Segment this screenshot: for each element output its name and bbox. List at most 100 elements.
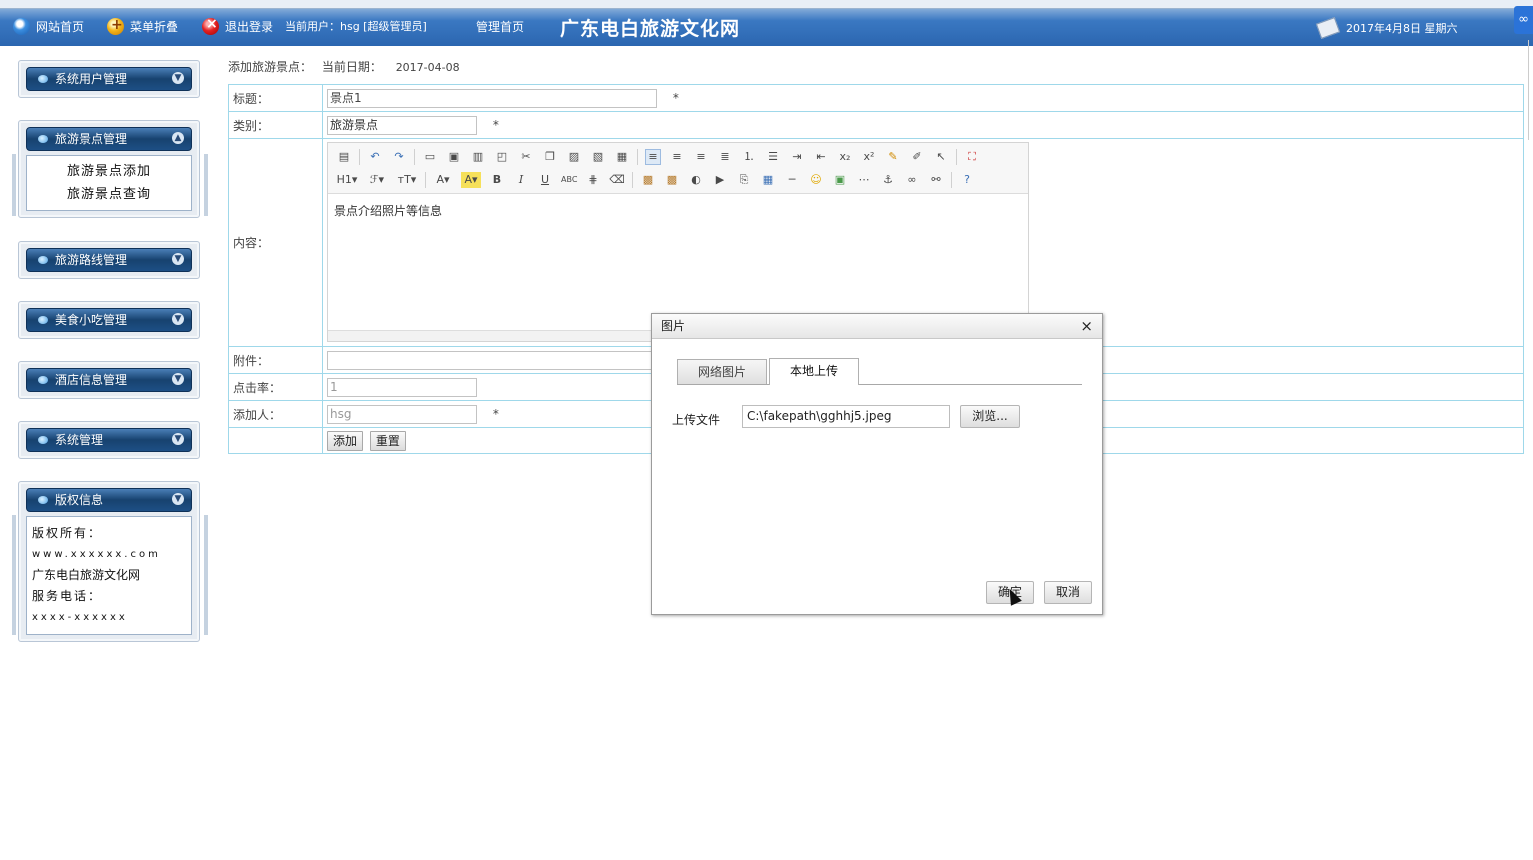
font-color-icon[interactable]: A▾	[433, 172, 453, 188]
table-icon[interactable]: ▦	[760, 172, 776, 188]
nav-logout-link[interactable]: 退出登录	[202, 16, 273, 35]
breadcrumb: 添加旅游景点： 当前日期： 2017-04-08	[228, 58, 460, 75]
menu-title: 旅游景点管理	[55, 132, 128, 146]
sidebar-item-query-attraction[interactable]: 旅游景点查询	[27, 183, 191, 206]
image-icon[interactable]: ▩	[640, 172, 656, 188]
subscript-icon[interactable]: x₂	[837, 149, 853, 165]
reset-button[interactable]: 重置	[369, 430, 406, 451]
clicks-input[interactable]: 1	[327, 377, 477, 397]
copyright-owner-label: 版权所有：	[32, 526, 103, 540]
paste-icon[interactable]: ▨	[566, 149, 582, 165]
italic-icon[interactable]: I	[513, 172, 529, 188]
link-icon[interactable]: ∞	[904, 172, 920, 188]
fullscreen-icon[interactable]: ⛶	[964, 149, 980, 165]
copyright-site: www.xxxxxx.com	[32, 549, 161, 560]
media-icon[interactable]: ▶	[712, 172, 728, 188]
align-center-icon[interactable]: ≡	[669, 149, 685, 165]
superscript-icon[interactable]: x²	[861, 149, 877, 165]
editor-content[interactable]: 景点介绍照片等信息	[328, 194, 1028, 227]
preview-icon[interactable]: ▭	[422, 149, 438, 165]
toolbar-separator	[632, 171, 633, 188]
tab-network-image[interactable]: 网络图片	[677, 359, 767, 384]
toolbar-separator	[951, 171, 952, 188]
clicks-label: 点击率：	[228, 373, 323, 401]
tab-local-upload[interactable]: 本地上传	[769, 358, 859, 385]
highlight-icon[interactable]: A▾	[461, 171, 481, 188]
redo-icon[interactable]: ↷	[391, 149, 407, 165]
submit-button[interactable]: 添加	[327, 430, 364, 451]
nav-fold-menu-link[interactable]: 菜单折叠	[107, 17, 178, 35]
menu-header-copyright[interactable]: 版权信息 ▼	[26, 488, 192, 512]
menu-header-system[interactable]: 系统管理 ▼	[26, 428, 192, 452]
link-icon[interactable]: ∞	[1514, 6, 1533, 34]
paste-word-icon[interactable]: ▦	[614, 149, 630, 165]
nav-home-link[interactable]: 网站首页	[13, 18, 84, 35]
select-all-icon[interactable]: ✐	[909, 149, 925, 165]
undo-icon[interactable]: ↶	[367, 149, 383, 165]
horizontal-rule-icon[interactable]: ─	[784, 172, 800, 188]
multi-image-icon[interactable]: ▩	[664, 172, 680, 188]
editor-toolbar: ▤ ↶ ↷ ▭ ▣ ▥ ◰ ✂ ❐ ▨ ▧ ▦ ≡ ≡ ≡ ≣ ⒈ ☰ ⇥ ⇤ …	[328, 143, 1028, 194]
strikethrough-icon[interactable]: ABC	[561, 172, 577, 188]
admin-home-link[interactable]: 管理首页	[476, 18, 524, 35]
image-dialog: 图片 × 网络图片 本地上传 上传文件 C:\fakepath\gghhj5.j…	[651, 313, 1103, 615]
heading-icon[interactable]: H1▾	[336, 172, 358, 188]
menu-header-attractions[interactable]: 旅游景点管理 ▲	[26, 127, 192, 151]
eraser-icon[interactable]: ⌫	[609, 172, 625, 188]
clear-format-icon[interactable]: ✎	[885, 149, 901, 165]
attachment-input[interactable]	[327, 350, 663, 370]
fold-icon	[107, 17, 124, 35]
cancel-button[interactable]: 取消	[1044, 581, 1092, 604]
template-icon[interactable]: ▥	[470, 149, 486, 165]
chevron-down-icon: ▼	[172, 433, 184, 445]
unlink-icon[interactable]: ⚯	[928, 172, 944, 188]
close-icon[interactable]: ×	[1080, 314, 1093, 338]
line-height-icon[interactable]: ⋕	[585, 172, 601, 188]
toolbar-separator	[359, 148, 360, 165]
sidebar-item-add-attraction[interactable]: 旅游景点添加	[27, 160, 191, 183]
menu-header-routes[interactable]: 旅游路线管理 ▼	[26, 248, 192, 272]
outdent-icon[interactable]: ⇤	[813, 149, 829, 165]
paste-text-icon[interactable]: ▧	[590, 149, 606, 165]
required-mark: *	[492, 406, 499, 421]
anchor-icon[interactable]: ⚓	[880, 172, 896, 188]
align-justify-icon[interactable]: ≣	[717, 149, 733, 165]
menu-header-hotels[interactable]: 酒店信息管理 ▼	[26, 368, 192, 392]
code-icon[interactable]: ◰	[494, 149, 510, 165]
title-input[interactable]: 景点1	[327, 88, 657, 108]
emoticon-icon[interactable]: ☺	[808, 172, 824, 188]
flash-icon[interactable]: ◐	[688, 172, 704, 188]
cursor-select-icon[interactable]: ↖	[933, 149, 949, 165]
bullet-icon	[38, 316, 48, 324]
dialog-titlebar[interactable]: 图片 ×	[652, 314, 1102, 339]
category-label: 类别：	[228, 111, 323, 139]
bullet-icon	[38, 75, 48, 83]
menu-food: 美食小吃管理 ▼	[18, 301, 200, 339]
font-size-icon[interactable]: ᴛT▾	[396, 172, 418, 188]
copy-icon[interactable]: ❐	[542, 149, 558, 165]
cut-icon[interactable]: ✂	[518, 149, 534, 165]
help-icon[interactable]: ?	[959, 172, 975, 188]
menu-header-food[interactable]: 美食小吃管理 ▼	[26, 308, 192, 332]
menu-header-system-users[interactable]: 系统用户管理 ▼	[26, 67, 192, 91]
print-icon[interactable]: ▣	[446, 149, 462, 165]
underline-icon[interactable]: U	[537, 172, 553, 188]
map-icon[interactable]: ▣	[832, 172, 848, 188]
bold-icon[interactable]: B	[489, 172, 505, 188]
indent-icon[interactable]: ⇥	[789, 149, 805, 165]
align-right-icon[interactable]: ≡	[693, 149, 709, 165]
copyright-phone-label: 服务电话：	[32, 589, 103, 603]
align-left-icon[interactable]: ≡	[645, 148, 661, 165]
author-input[interactable]: hsg	[327, 404, 477, 424]
attachment-icon[interactable]: ⎘	[736, 172, 752, 188]
category-select[interactable]: 旅游景点	[327, 115, 477, 135]
source-icon[interactable]: ▤	[336, 149, 352, 165]
upload-file-input[interactable]: C:\fakepath\gghhj5.jpeg	[742, 405, 950, 428]
unordered-list-icon[interactable]: ☰	[765, 149, 781, 165]
font-family-icon[interactable]: ℱ▾	[366, 172, 388, 188]
date-text: 2017年4月8日 星期六	[1346, 22, 1458, 35]
scrollbar-edge	[1528, 40, 1529, 140]
browse-button[interactable]: 浏览...	[960, 405, 1020, 428]
page-break-icon[interactable]: ⋯	[856, 172, 872, 188]
ordered-list-icon[interactable]: ⒈	[741, 149, 757, 165]
